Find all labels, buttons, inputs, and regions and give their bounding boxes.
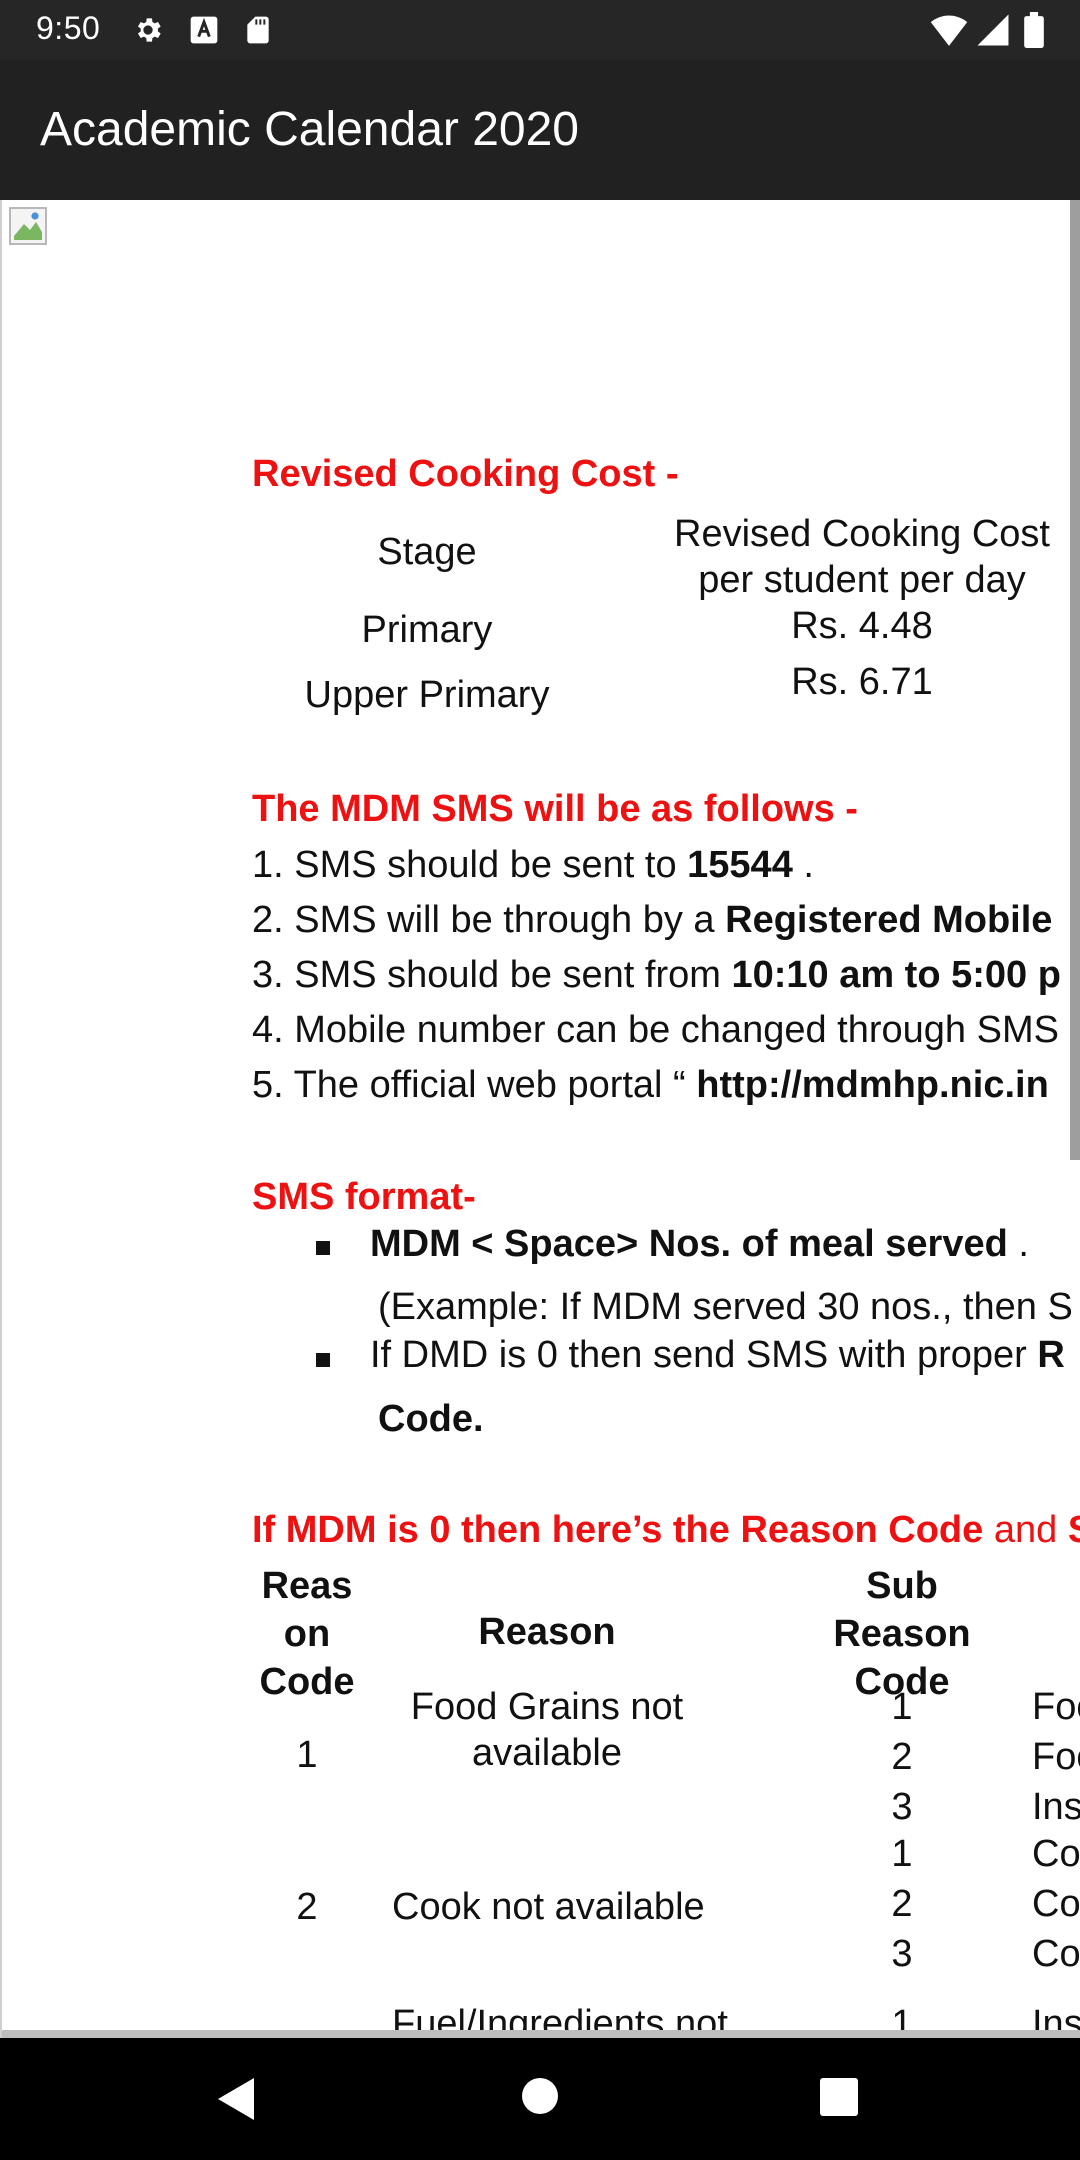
sub-code-cell: 2	[891, 1736, 913, 1778]
sms-item-text: 2. SMS will be through by a	[252, 899, 726, 941]
reason-code-cell: 1	[296, 1734, 318, 1776]
keyboard-a-icon	[190, 16, 218, 44]
sub-code-cell: 2	[891, 1883, 913, 1925]
format-bullet-2-cont: Code.	[378, 1397, 484, 1443]
header-line: Sub	[866, 1565, 938, 1607]
reason-code-cell: 2	[296, 1886, 318, 1928]
app-bar: Academic Calendar 2020	[0, 60, 1080, 200]
header-line: Reason	[833, 1613, 971, 1655]
cost-cell: Rs. 6.71	[791, 661, 933, 703]
app-title: Academic Calendar 2020	[40, 103, 579, 156]
settings-gear-icon	[138, 18, 161, 42]
format-bullet-1: MDM < Space> Nos. of meal served .	[370, 1222, 1029, 1268]
header-line: on	[283, 1613, 331, 1655]
status-time: 9:50	[36, 10, 101, 46]
sms-item-suffix: .	[792, 844, 814, 886]
navigation-bar	[0, 2038, 1080, 2160]
broken-image-icon	[9, 207, 47, 245]
reason-heading-bold: If MDM is 0 then here’s the Reason Code	[252, 1509, 984, 1551]
format-bullet-1-suffix: .	[1007, 1223, 1029, 1265]
sms-item-text: 3. SMS should be sent from	[252, 954, 732, 996]
sub-reason-cell: Co	[1032, 1883, 1080, 1925]
format-bullet-2: If DMD is 0 then send SMS with proper R	[370, 1333, 1065, 1379]
stage-cell: Upper Primary	[304, 674, 550, 716]
sms-item-bold: 10:10 am to 5:00 p	[731, 954, 1061, 996]
format-example: (Example: If MDM served 30 nos., then S	[378, 1286, 1073, 1328]
sub-code-cell: 1	[891, 1686, 913, 1728]
sub-code-cell: 1	[891, 1833, 913, 1875]
reason-heading-tail: S	[1068, 1509, 1080, 1551]
col-header-reason: Reason	[478, 1611, 616, 1653]
vertical-scrollbar[interactable]	[1070, 200, 1080, 1160]
sub-reason-cell: Co	[1032, 1833, 1080, 1875]
sms-item-text: 5. The official web portal “	[252, 1064, 697, 1106]
header-line: Reas	[261, 1565, 353, 1607]
reason-line: Food Grains not	[410, 1686, 684, 1728]
sub-reason-cell: Foo	[1032, 1686, 1080, 1728]
format-bullet-2-bold: R	[1037, 1334, 1065, 1376]
col-header-cost-line2: per student per day	[698, 559, 1026, 601]
stage-cell: Primary	[361, 609, 493, 651]
sms-list-item: 2. SMS will be through by a Registered M…	[252, 898, 1052, 944]
col-header-stage: Stage	[377, 531, 477, 573]
sms-list-item: 3. SMS should be sent from 10:10 am to 5…	[252, 953, 1061, 999]
reason-heading: If MDM is 0 then here’s the Reason Code …	[252, 1508, 1080, 1554]
col-header-cost-line1: Revised Cooking Cost	[674, 513, 1050, 555]
sd-card-icon	[247, 16, 269, 44]
sub-code-cell: 3	[891, 1933, 913, 1975]
sub-reason-cell: Foo	[1032, 1736, 1080, 1778]
cost-cell: Rs. 4.48	[791, 605, 933, 647]
sms-portal-link[interactable]: http://mdmhp.nic.in	[696, 1064, 1049, 1106]
sms-list-item: 4. Mobile number can be changed through …	[252, 1008, 1059, 1054]
cell-signal-icon	[977, 14, 1009, 46]
cooking-cost-heading: Revised Cooking Cost -	[252, 453, 679, 495]
wifi-icon	[930, 15, 968, 46]
reason-line: available	[472, 1731, 622, 1774]
header-line: Code	[259, 1661, 355, 1703]
format-bullet-2-text: If DMD is 0 then send SMS with proper	[370, 1334, 1038, 1376]
back-icon[interactable]	[216, 2076, 256, 2122]
bullet-icon	[316, 1241, 330, 1255]
reason-heading-normal: and	[983, 1509, 1068, 1551]
sms-item-bold: 15544	[687, 844, 793, 886]
format-bullet-2-cont-bold: Code.	[378, 1398, 484, 1440]
reason-cell: Cook not available	[392, 1886, 705, 1928]
recent-apps-icon[interactable]	[820, 2078, 858, 2116]
sms-item-text: 4. Mobile number can be changed through …	[252, 1009, 1059, 1051]
web-content[interactable]: Revised Cooking Cost - Stage Revised Coo…	[0, 200, 1080, 2038]
format-bullet-1-bold: MDM < Space> Nos. of meal served	[370, 1223, 1008, 1265]
sub-reason-cell: Co	[1032, 1933, 1080, 1975]
sub-code-cell: 3	[891, 1786, 913, 1828]
col-header-reason-code: Reas on Code	[252, 1562, 362, 1706]
sms-list-item: 1. SMS should be sent to 15544 .	[252, 843, 814, 889]
sub-reason-cell: Ins	[1032, 1786, 1080, 1828]
reason-cell: Food Grains not available	[392, 1685, 702, 1776]
bullet-icon	[316, 1353, 330, 1367]
home-icon[interactable]	[522, 2078, 558, 2114]
sms-heading: The MDM SMS will be as follows -	[252, 788, 858, 830]
battery-icon	[1024, 12, 1044, 48]
horizontal-scrollbar[interactable]	[2, 2030, 1080, 2038]
status-bar: 9:50	[0, 0, 1080, 60]
sms-list-item: 5. The official web portal “ http://mdmh…	[252, 1063, 1049, 1109]
sms-format-heading: SMS format-	[252, 1176, 476, 1218]
sms-item-text: 1. SMS should be sent to	[252, 844, 688, 886]
sms-item-bold: Registered Mobile	[725, 899, 1053, 941]
